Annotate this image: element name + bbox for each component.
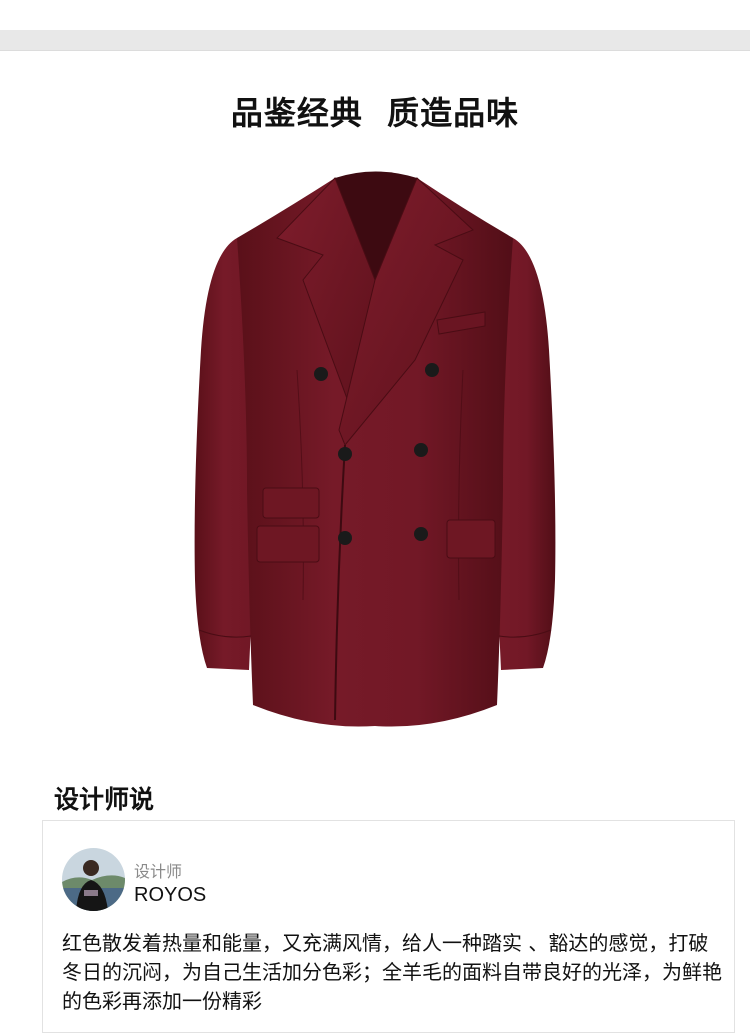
designer-card: 设计师 ROYOS 红色散发着热量和能量，又充满风情，给人一种踏实 、豁达的感觉…	[42, 820, 735, 1033]
designer-name: ROYOS	[134, 884, 207, 906]
page-headline: 品鉴经典 质造品味	[230, 94, 520, 132]
top-divider-band	[0, 30, 750, 51]
product-image-suit	[185, 160, 565, 740]
designer-avatar	[62, 848, 125, 911]
designer-section-title: 设计师说	[54, 785, 155, 814]
designer-quote: 红色散发着热量和能量，又充满风情，给人一种踏实 、豁达的感觉，打破冬日的沉闷，为…	[62, 931, 722, 1013]
designer-role-label: 设计师	[134, 862, 183, 881]
